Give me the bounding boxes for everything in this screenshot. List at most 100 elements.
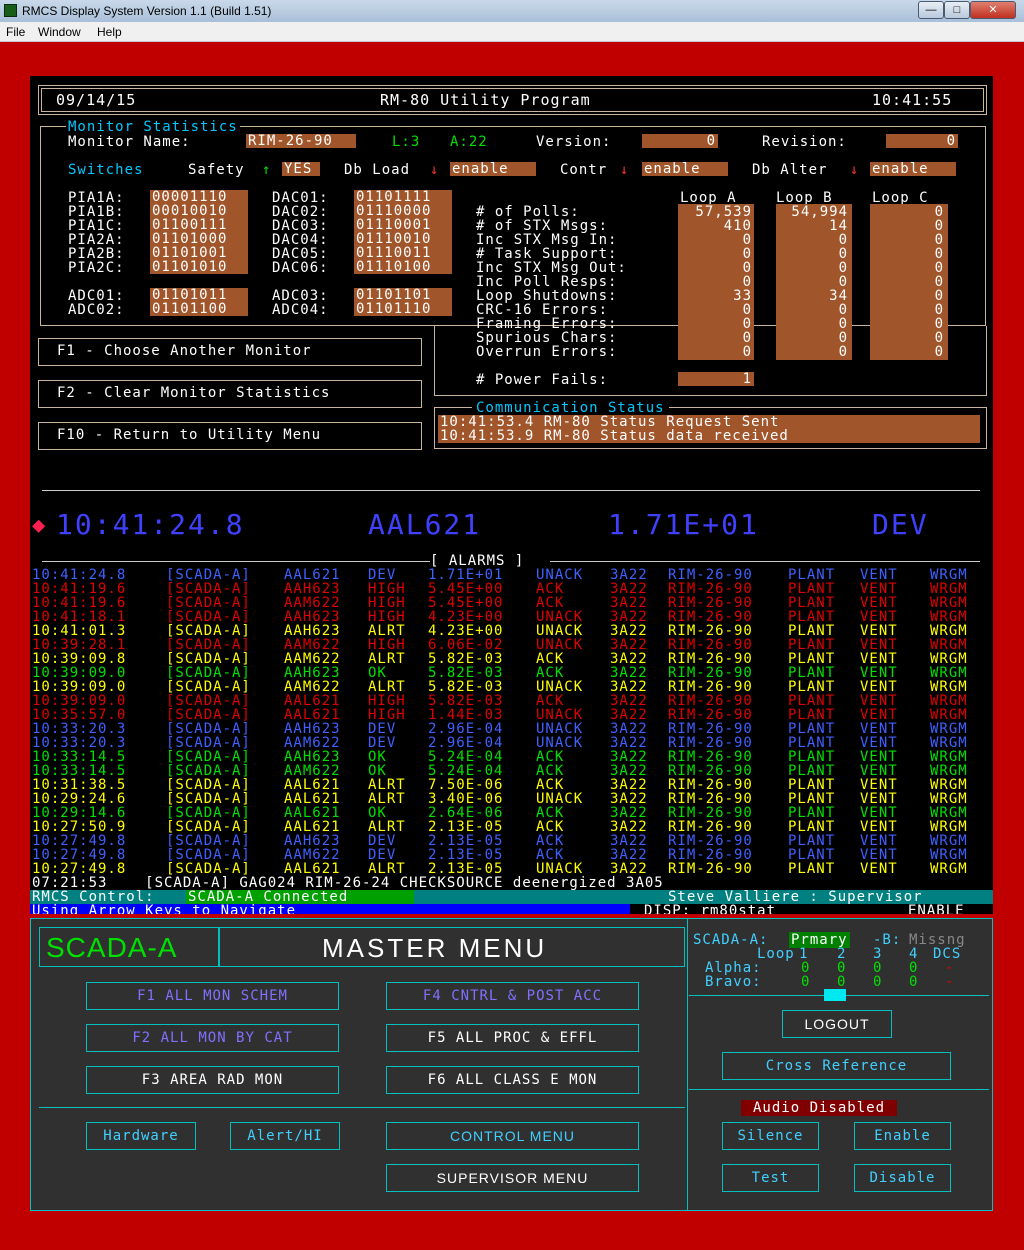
alarm-row[interactable]: 10:33:14.5 [SCADA-A] AAH623 OK 5.24E-04 ACK 3A… xyxy=(32,750,992,764)
alarm-ack: ACK xyxy=(536,581,565,597)
alarm-row[interactable]: 10:33:20.3 [SCADA-A] AAM622 DEV 2.96E-04 UNAC… xyxy=(32,736,992,750)
alarm-row[interactable]: 10:33:20.3 [SCADA-A] AAH623 DEV 2.96E-04 UNAC… xyxy=(32,722,992,736)
alarm-row[interactable]: 10:39:28.1 [SCADA-A] AAM622 HIGH 6.06E-02 UNA… xyxy=(32,638,992,652)
hardware-button[interactable]: Hardware xyxy=(86,1122,196,1150)
alarm-v: VENT xyxy=(860,637,898,653)
alarm-tag: AAH623 xyxy=(284,581,341,597)
f2-clear-stats-button[interactable]: F2 - Clear Monitor Statistics xyxy=(38,380,422,408)
monitor-name-label: Monitor Name: xyxy=(68,134,191,150)
alarm-w: WRGM xyxy=(930,791,968,807)
alarm-row[interactable]: 10:29:14.6 [SCADA-A] AAL621 OK 2.64E-06 ACK 3A… xyxy=(32,806,992,820)
alarm-p: PLANT xyxy=(788,637,836,653)
alarm-w: WRGM xyxy=(930,581,968,597)
alarm-p: PLANT xyxy=(788,847,836,863)
f2-label: F2 - Clear Monitor Statistics xyxy=(57,385,331,401)
alarm-ack: UNACK xyxy=(536,707,584,723)
bravo-value: - xyxy=(945,974,955,990)
menu-window[interactable]: Window xyxy=(38,25,81,39)
revision-value: 0 xyxy=(886,134,958,148)
alarm-row[interactable]: 10:27:49.8 [SCADA-A] AAL621 ALRT 2.13E-05 UNA… xyxy=(32,862,992,876)
alarm-mon: RIM-26-90 xyxy=(668,861,753,877)
alarm-row[interactable]: 10:39:09.0 [SCADA-A] AAH623 OK 5.82E-03 ACK 3A… xyxy=(32,666,992,680)
f10-return-button[interactable]: F10 - Return to Utility Menu xyxy=(38,422,422,450)
alarm-v: VENT xyxy=(860,763,898,779)
window-titlebar[interactable]: RMCS Display System Version 1.1 (Build 1… xyxy=(0,0,1024,22)
alarm-val: 5.45E+00 xyxy=(428,581,504,597)
maximize-button[interactable]: □ xyxy=(944,1,970,19)
alarm-loc: 3A22 xyxy=(610,665,648,681)
alarm-row[interactable]: 10:35:57.0 [SCADA-A] AAL621 HIGH 1.44E-03 UNA… xyxy=(32,708,992,722)
alarm-p: PLANT xyxy=(788,735,836,751)
test-button[interactable]: Test xyxy=(722,1164,819,1192)
logout-button[interactable]: LOGOUT xyxy=(782,1010,892,1038)
alarm-src: [SCADA-A] xyxy=(166,805,251,821)
alarm-p: PLANT xyxy=(788,749,836,765)
alarm-loc: 3A22 xyxy=(610,567,648,583)
alarm-row[interactable]: 10:41:01.3 [SCADA-A] AAH623 ALRT 4.23E+00 UNA… xyxy=(32,624,992,638)
alarm-mon: RIM-26-90 xyxy=(668,651,753,667)
menu-file[interactable]: File xyxy=(6,25,25,39)
contr-label: Contr xyxy=(560,162,608,178)
navigation-status-bar: Using Arrow Keys to Navigate DISP: rm80s… xyxy=(30,904,993,914)
alarm-p: PLANT xyxy=(788,623,836,639)
f3-area-rad-mon-button[interactable]: F3 AREA RAD MON xyxy=(86,1066,339,1094)
pia-value: 00001110 xyxy=(150,190,248,204)
scada-box: SCADA-A xyxy=(39,927,219,967)
alarm-p: PLANT xyxy=(788,693,836,709)
f1-choose-monitor-button[interactable]: F1 - Choose Another Monitor xyxy=(38,338,422,366)
scroll-thumb[interactable] xyxy=(824,989,846,1001)
dbload-label: Db Load xyxy=(344,162,411,178)
f5-all-proc-effl-button[interactable]: F5 ALL PROC & EFFL xyxy=(386,1024,639,1052)
alarm-st: ALRT xyxy=(368,861,406,877)
alarm-mon: RIM-26-90 xyxy=(668,665,753,681)
alarm-src: [SCADA-A] xyxy=(166,861,251,877)
alarm-val: 2.13E-05 xyxy=(428,847,504,863)
alarm-v: VENT xyxy=(860,861,898,877)
f4-cntrl-post-acc-button[interactable]: F4 CNTRL & POST ACC xyxy=(386,982,639,1010)
alarm-w: WRGM xyxy=(930,679,968,695)
alarm-w: WRGM xyxy=(930,819,968,835)
silence-button[interactable]: Silence xyxy=(722,1122,819,1150)
alarm-v: VENT xyxy=(860,595,898,611)
alarm-v: VENT xyxy=(860,651,898,667)
alarm-tag: AAH623 xyxy=(284,665,341,681)
alarm-p: PLANT xyxy=(788,777,836,793)
control-menu-button[interactable]: CONTROL MENU xyxy=(386,1122,639,1150)
alarm-v: VENT xyxy=(860,805,898,821)
minimize-button[interactable]: — xyxy=(918,1,944,19)
alarm-tag: AAL621 xyxy=(284,791,341,807)
disable-audio-button[interactable]: Disable xyxy=(854,1164,951,1192)
alarm-val: 2.96E-04 xyxy=(428,735,504,751)
alarm-row[interactable]: 10:41:19.6 [SCADA-A] AAH623 HIGH 5.45E+00 ACK… xyxy=(32,582,992,596)
f6-all-class-e-mon-button[interactable]: F6 ALL CLASS E MON xyxy=(386,1066,639,1094)
alarm-row[interactable]: 10:31:38.5 [SCADA-A] AAL621 ALRT 7.50E-06 ACK… xyxy=(32,778,992,792)
alarm-row[interactable]: 10:39:09.0 [SCADA-A] AAM622 ALRT 5.82E-03 UNA… xyxy=(32,680,992,694)
alarm-row[interactable]: 10:27:50.9 [SCADA-A] AAL621 ALRT 2.13E-05 ACK… xyxy=(32,820,992,834)
alarm-row[interactable]: 10:29:24.6 [SCADA-A] AAL621 ALRT 3.40E-06 UNA… xyxy=(32,792,992,806)
alarm-v: VENT xyxy=(860,721,898,737)
alarm-row[interactable]: 10:33:14.5 [SCADA-A] AAM622 OK 5.24E-04 ACK 3A… xyxy=(32,764,992,778)
supervisor-menu-button[interactable]: SUPERVISOR MENU xyxy=(386,1164,639,1192)
alarm-row[interactable]: 10:39:09.0 [SCADA-A] AAL621 HIGH 5.82E-03 ACK… xyxy=(32,694,992,708)
alarm-row[interactable]: 10:27:49.8 [SCADA-A] AAH623 DEV 2.13E-05 ACK 3… xyxy=(32,834,992,848)
f2-all-mon-by-cat-button[interactable]: F2 ALL MON BY CAT xyxy=(86,1024,339,1052)
alarm-row[interactable]: 10:41:19.6 [SCADA-A] AAM622 HIGH 5.45E+00 ACK… xyxy=(32,596,992,610)
alarm-row[interactable]: 10:39:09.8 [SCADA-A] AAM622 ALRT 5.82E-03 ACK… xyxy=(32,652,992,666)
alarm-row[interactable]: 10:41:18.1 [SCADA-A] AAH623 HIGH 4.23E+00 UNA… xyxy=(32,610,992,624)
alarm-t: 10:41:01.3 xyxy=(32,623,127,639)
f1-all-mon-schem-button[interactable]: F1 ALL MON SCHEM xyxy=(86,982,339,1010)
close-button[interactable]: ✕ xyxy=(970,1,1016,19)
alarm-row[interactable]: 10:27:49.8 [SCADA-A] AAM622 DEV 2.13E-05 ACK 3… xyxy=(32,848,992,862)
cross-reference-button[interactable]: Cross Reference xyxy=(722,1052,951,1080)
alarm-src: [SCADA-A] xyxy=(166,735,251,751)
version-value: 0 xyxy=(642,134,718,148)
alarm-w: WRGM xyxy=(930,749,968,765)
menu-help[interactable]: Help xyxy=(97,25,122,39)
alarm-tag: AAH623 xyxy=(284,721,341,737)
bravo-value: 0 xyxy=(801,974,811,990)
enable-audio-button[interactable]: Enable xyxy=(854,1122,951,1150)
bravo-value: 0 xyxy=(837,974,847,990)
alarm-row[interactable]: 10:41:24.8 [SCADA-A] AAL621 DEV 1.71E+01 UNAC… xyxy=(32,568,992,582)
alert-hi-button[interactable]: Alert/HI xyxy=(230,1122,340,1150)
alarm-w: WRGM xyxy=(930,665,968,681)
